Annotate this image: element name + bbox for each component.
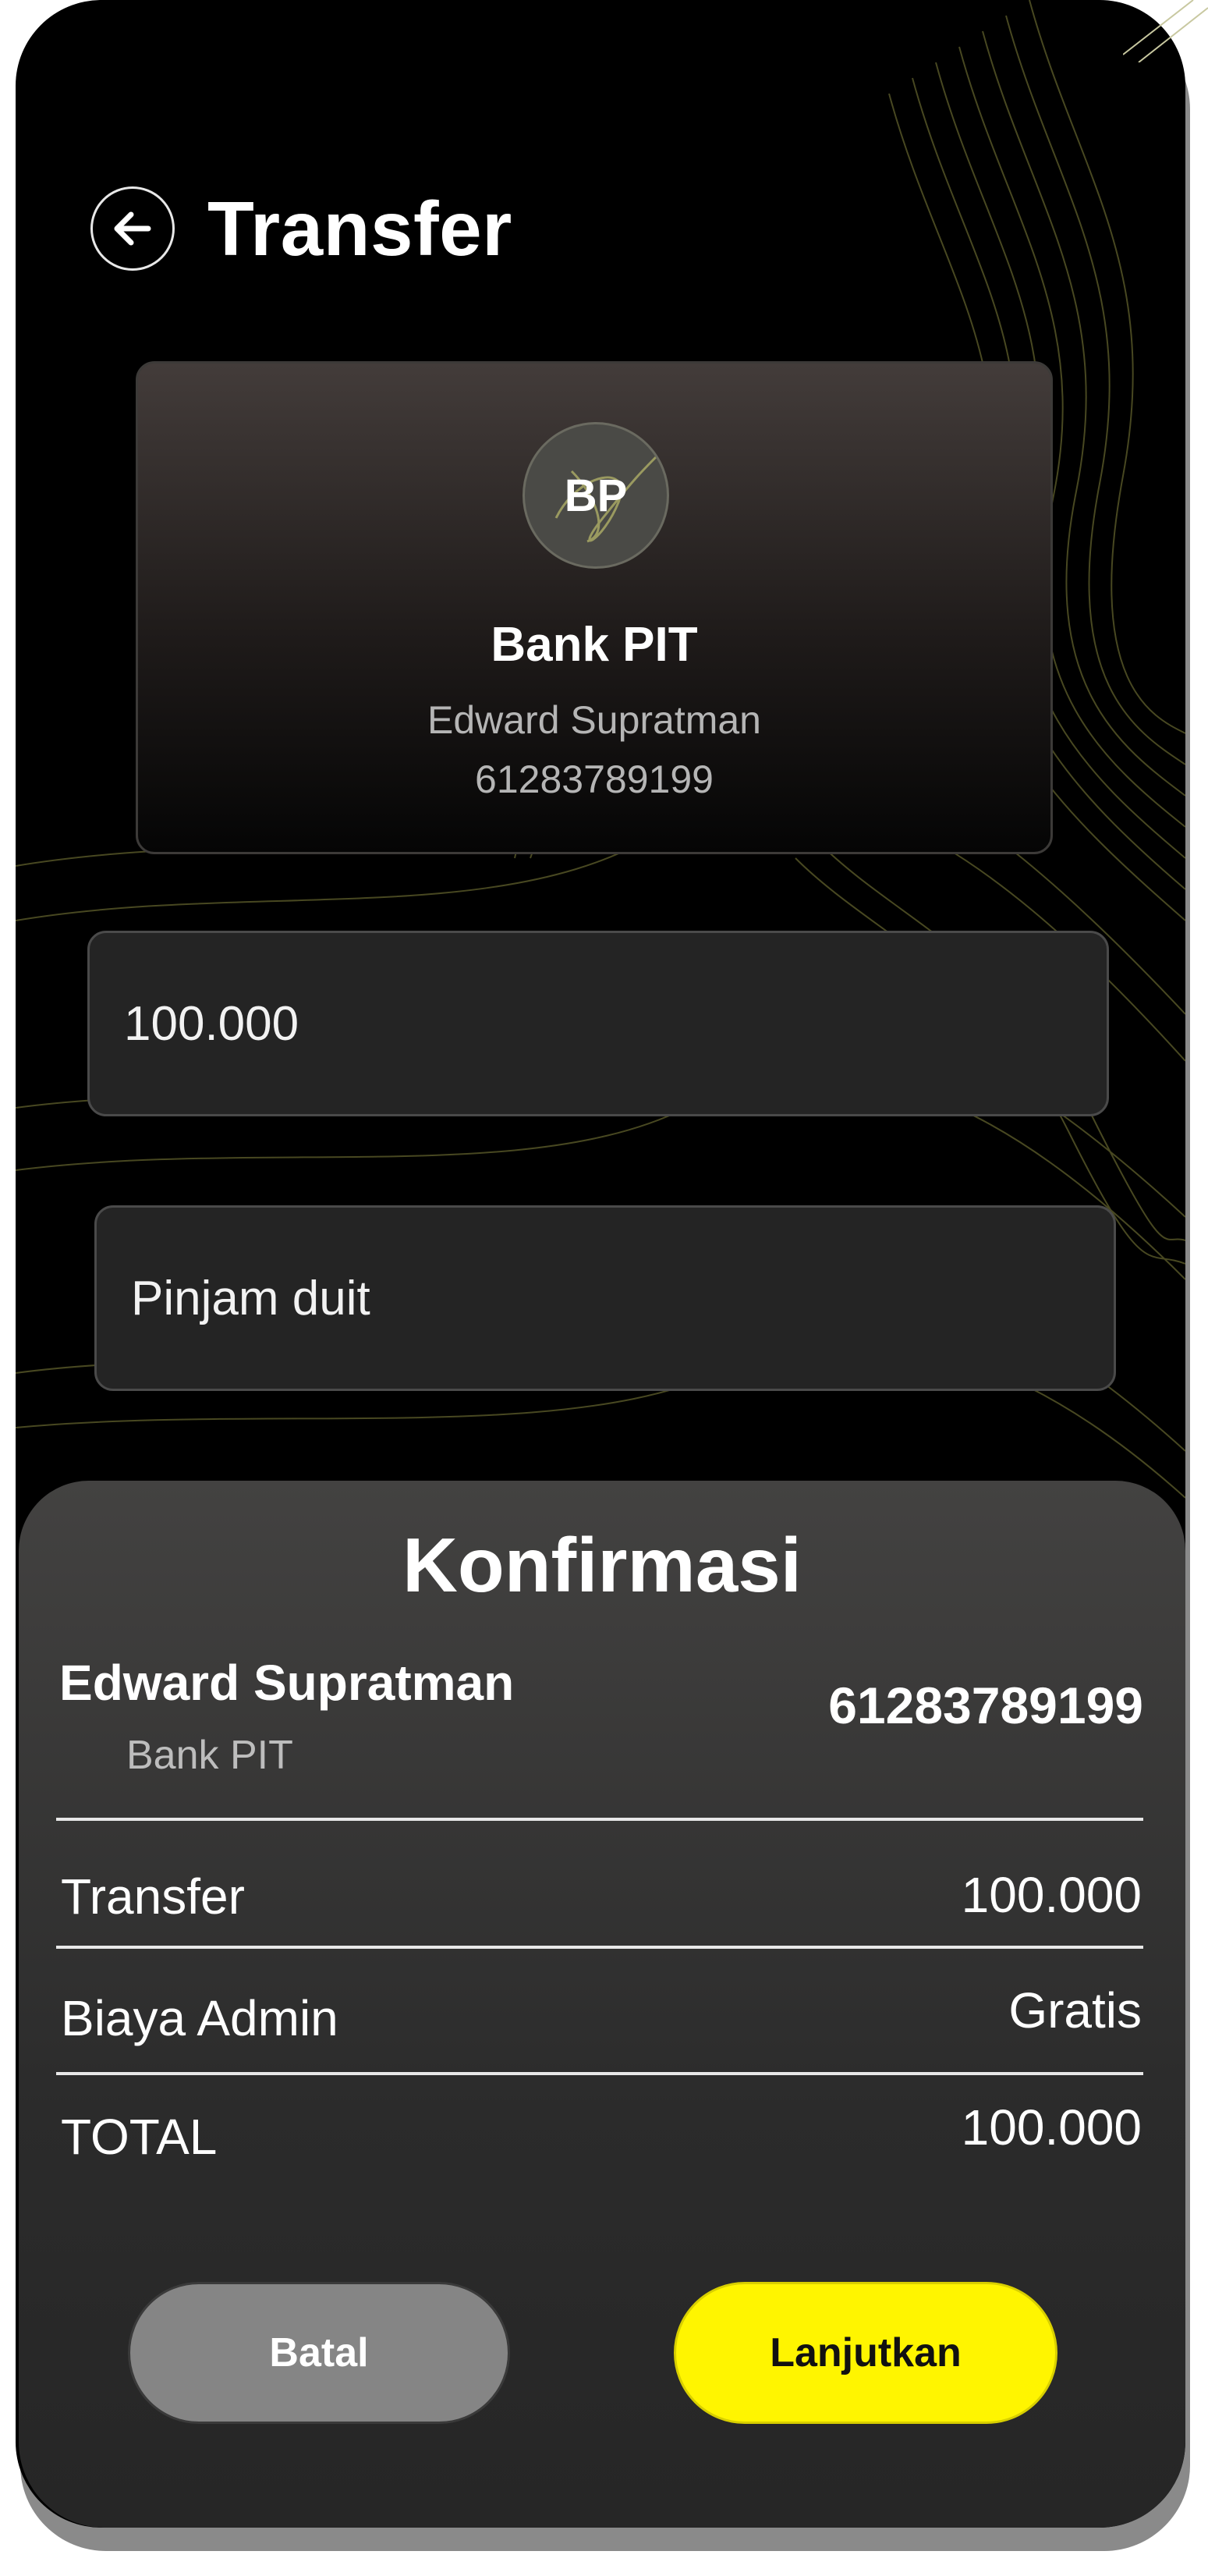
divider [56, 2072, 1143, 2075]
divider [56, 1946, 1143, 1949]
page-title: Transfer [207, 185, 512, 271]
confirm-recipient-account: 61283789199 [828, 1677, 1143, 1734]
confirm-recipient-name: Edward Supratman [59, 1655, 515, 1711]
account-number: 61283789199 [475, 758, 714, 801]
confirmation-sheet: Konfirmasi Edward Supratman Bank PIT 612… [19, 1481, 1185, 2528]
admin-fee-label: Biaya Admin [61, 1990, 338, 2046]
note-input[interactable]: Pinjam duit [94, 1205, 1116, 1391]
continue-button[interactable]: Lanjutkan [674, 2282, 1057, 2424]
bank-avatar: BP [523, 422, 669, 569]
header: Transfer [90, 178, 512, 279]
total-value: 100.000 [961, 2099, 1142, 2156]
arrow-left-icon [114, 211, 151, 246]
divider [56, 1818, 1143, 1821]
transfer-label: Transfer [61, 1868, 245, 1925]
app-screen: Transfer BP Bank PIT Edward Supratman 61… [16, 0, 1185, 2528]
back-button[interactable] [90, 186, 175, 271]
bank-name: Bank PIT [491, 618, 698, 672]
sheet-title: Konfirmasi [402, 1522, 802, 1608]
total-label: TOTAL [61, 2109, 218, 2165]
amount-input[interactable]: 100.000 [87, 931, 1109, 1116]
recipient-card: BP Bank PIT Edward Supratman 61283789199 [136, 361, 1053, 854]
confirm-recipient-bank: Bank PIT [126, 1733, 293, 1778]
decorative-corner-lines [1123, 0, 1208, 62]
account-holder: Edward Supratman [427, 698, 761, 742]
transfer-value: 100.000 [961, 1867, 1142, 1923]
bank-initials: BP [564, 470, 628, 521]
admin-fee-value: Gratis [1008, 1982, 1142, 2038]
cancel-button[interactable]: Batal [128, 2282, 510, 2424]
